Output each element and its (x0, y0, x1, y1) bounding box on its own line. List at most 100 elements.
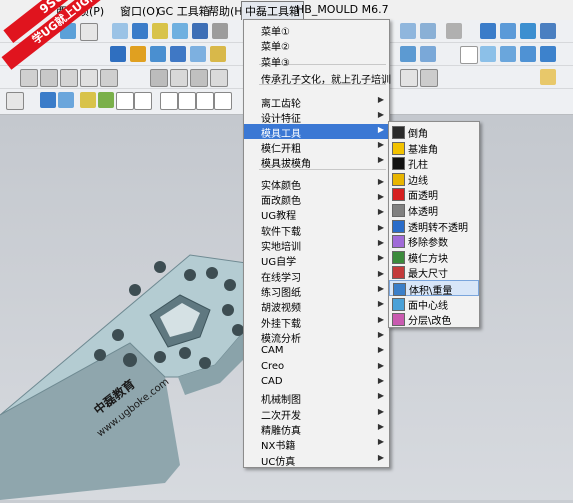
submenu-arrow-icon: ▶ (377, 345, 384, 354)
menu-item[interactable]: 模具工具 ▶ (244, 123, 389, 140)
tool-icon[interactable] (80, 69, 98, 87)
submenu-item[interactable]: 边线 (389, 171, 479, 187)
submenu-item[interactable]: 面中心线 (389, 296, 479, 312)
tool-icon[interactable] (446, 23, 462, 39)
menu-item[interactable]: 菜单① (244, 22, 389, 38)
tool-icon[interactable] (58, 92, 74, 108)
submenu-arrow-icon: ▶ (377, 299, 384, 308)
tool-icon[interactable] (210, 69, 228, 87)
tool-icon[interactable] (172, 23, 188, 39)
menu-item[interactable]: CAM ▶ (244, 344, 389, 359)
tool-icon[interactable] (40, 69, 58, 87)
tool-icon[interactable] (192, 23, 208, 39)
submenu-item[interactable]: 面透明 (389, 186, 479, 202)
part-hole (184, 269, 196, 281)
menu-gc-toolbox[interactable]: GC 工具箱 (157, 3, 210, 19)
menu-item[interactable]: NX书籍 ▶ (244, 436, 389, 452)
tool-icon[interactable] (480, 46, 496, 62)
tool-icon[interactable] (6, 92, 24, 110)
tool-icon[interactable] (150, 46, 166, 62)
submenu-item[interactable]: 倒角 (389, 124, 479, 140)
submenu-arrow-icon: ▶ (377, 238, 384, 247)
menu-item[interactable]: 外挂下载 ▶ (244, 314, 389, 330)
menu-item[interactable]: UC仿真 ▶ (244, 452, 389, 468)
menu-hb-mould[interactable]: HB_MOULD M6.7 (296, 3, 389, 16)
submenu-item[interactable]: 体透明 (389, 202, 479, 218)
tool-icon[interactable] (210, 46, 226, 62)
submenu-item[interactable]: 透明转不透明 (389, 218, 479, 234)
tool-icon[interactable] (420, 46, 436, 62)
tool-icon[interactable] (420, 23, 436, 39)
menu-item[interactable]: 面改颜色 ▶ (244, 191, 389, 207)
tool-icon[interactable] (480, 23, 496, 39)
menu-item[interactable]: 模流分析 ▶ (244, 329, 389, 345)
submenu-item[interactable]: 孔柱 (389, 155, 479, 171)
tool-icon[interactable] (60, 69, 78, 87)
submenu-item[interactable]: 分层\改色 (389, 311, 479, 327)
menu-item[interactable]: 模仁开粗 ▶ (244, 139, 389, 155)
tool-icon[interactable] (500, 46, 516, 62)
tool-icon[interactable] (110, 46, 126, 62)
tool-icon[interactable] (460, 46, 478, 64)
menu-item[interactable]: 软件下载 ▶ (244, 222, 389, 238)
submenu-item[interactable]: 移除参数 (389, 233, 479, 249)
tool-icon[interactable] (540, 46, 556, 62)
submenu-item[interactable]: 基准角 (389, 140, 479, 156)
tool-icon[interactable] (20, 69, 38, 87)
menu-item[interactable]: 机械制图 ▶ (244, 390, 389, 406)
tool-icon[interactable] (98, 92, 114, 108)
menu-item[interactable]: 设计特征 ▶ (244, 109, 389, 125)
tool-icon[interactable] (190, 46, 206, 62)
tool-icon[interactable] (500, 23, 516, 39)
menu-item[interactable]: 练习图纸 ▶ (244, 283, 389, 299)
menu-item[interactable]: UG教程 ▶ (244, 206, 389, 222)
menu-item[interactable]: Creo ▶ (244, 360, 389, 375)
tool-icon[interactable] (160, 92, 178, 110)
menu-item[interactable]: 二次开发 ▶ (244, 406, 389, 422)
tool-icon[interactable] (80, 92, 96, 108)
tool-icon[interactable] (152, 23, 168, 39)
tool-icon[interactable] (170, 46, 186, 62)
menu-item[interactable]: 菜单③ (244, 53, 389, 69)
layer-color-icon (392, 313, 405, 327)
tool-icon[interactable] (40, 92, 56, 108)
tool-icon[interactable] (190, 69, 208, 87)
tool-icon[interactable] (400, 46, 416, 62)
tool-icon[interactable] (520, 46, 536, 62)
tool-icon[interactable] (100, 69, 118, 87)
submenu-item[interactable]: 模仁方块 (389, 249, 479, 265)
menu-item[interactable]: 模具拔模角 ▶ (244, 154, 389, 170)
tool-icon[interactable] (134, 92, 152, 110)
menu-item[interactable]: CAD ▶ (244, 375, 389, 390)
tool-icon[interactable] (420, 69, 438, 87)
menu-item[interactable]: 离工齿轮 ▶ (244, 94, 389, 110)
tool-icon[interactable] (540, 23, 556, 39)
menu-item[interactable]: 胡波视频 ▶ (244, 298, 389, 314)
menu-item[interactable]: UG自学 ▶ (244, 252, 389, 268)
tool-icon[interactable] (178, 92, 196, 110)
menu-item[interactable]: 菜单② (244, 37, 389, 53)
tool-icon[interactable] (400, 69, 418, 87)
tool-icon[interactable] (116, 92, 134, 110)
tool-icon[interactable] (520, 23, 536, 39)
submenu-item[interactable]: 体积\重量 (389, 280, 479, 297)
menu-item[interactable]: 实地培训 ▶ (244, 237, 389, 253)
tool-icon[interactable] (214, 92, 232, 110)
tool-icon[interactable] (150, 69, 168, 87)
tool-icon[interactable] (400, 23, 416, 39)
tool-icon[interactable] (196, 92, 214, 110)
menu-item[interactable]: 传承孔子文化，就上孔子培训 (244, 70, 391, 86)
menu-item[interactable]: 实体颜色 ▶ (244, 176, 389, 192)
tool-icon[interactable] (212, 23, 228, 39)
submenu-item[interactable]: 最大尺寸 (389, 264, 479, 280)
menu-window[interactable]: 窗口(O) (120, 3, 159, 19)
menu-zhonglei-toolbox[interactable]: 中磊工具箱 (241, 1, 304, 21)
tool-icon[interactable] (540, 69, 556, 85)
tool-icon[interactable] (130, 46, 146, 62)
menu-item[interactable]: 精雕仿真 ▶ (244, 421, 389, 437)
tool-icon[interactable] (132, 23, 148, 39)
submenu-arrow-icon: ▶ (377, 222, 384, 232)
menu-item[interactable]: 在线学习 ▶ (244, 268, 389, 284)
tool-icon[interactable] (112, 23, 128, 39)
tool-icon[interactable] (170, 69, 188, 87)
